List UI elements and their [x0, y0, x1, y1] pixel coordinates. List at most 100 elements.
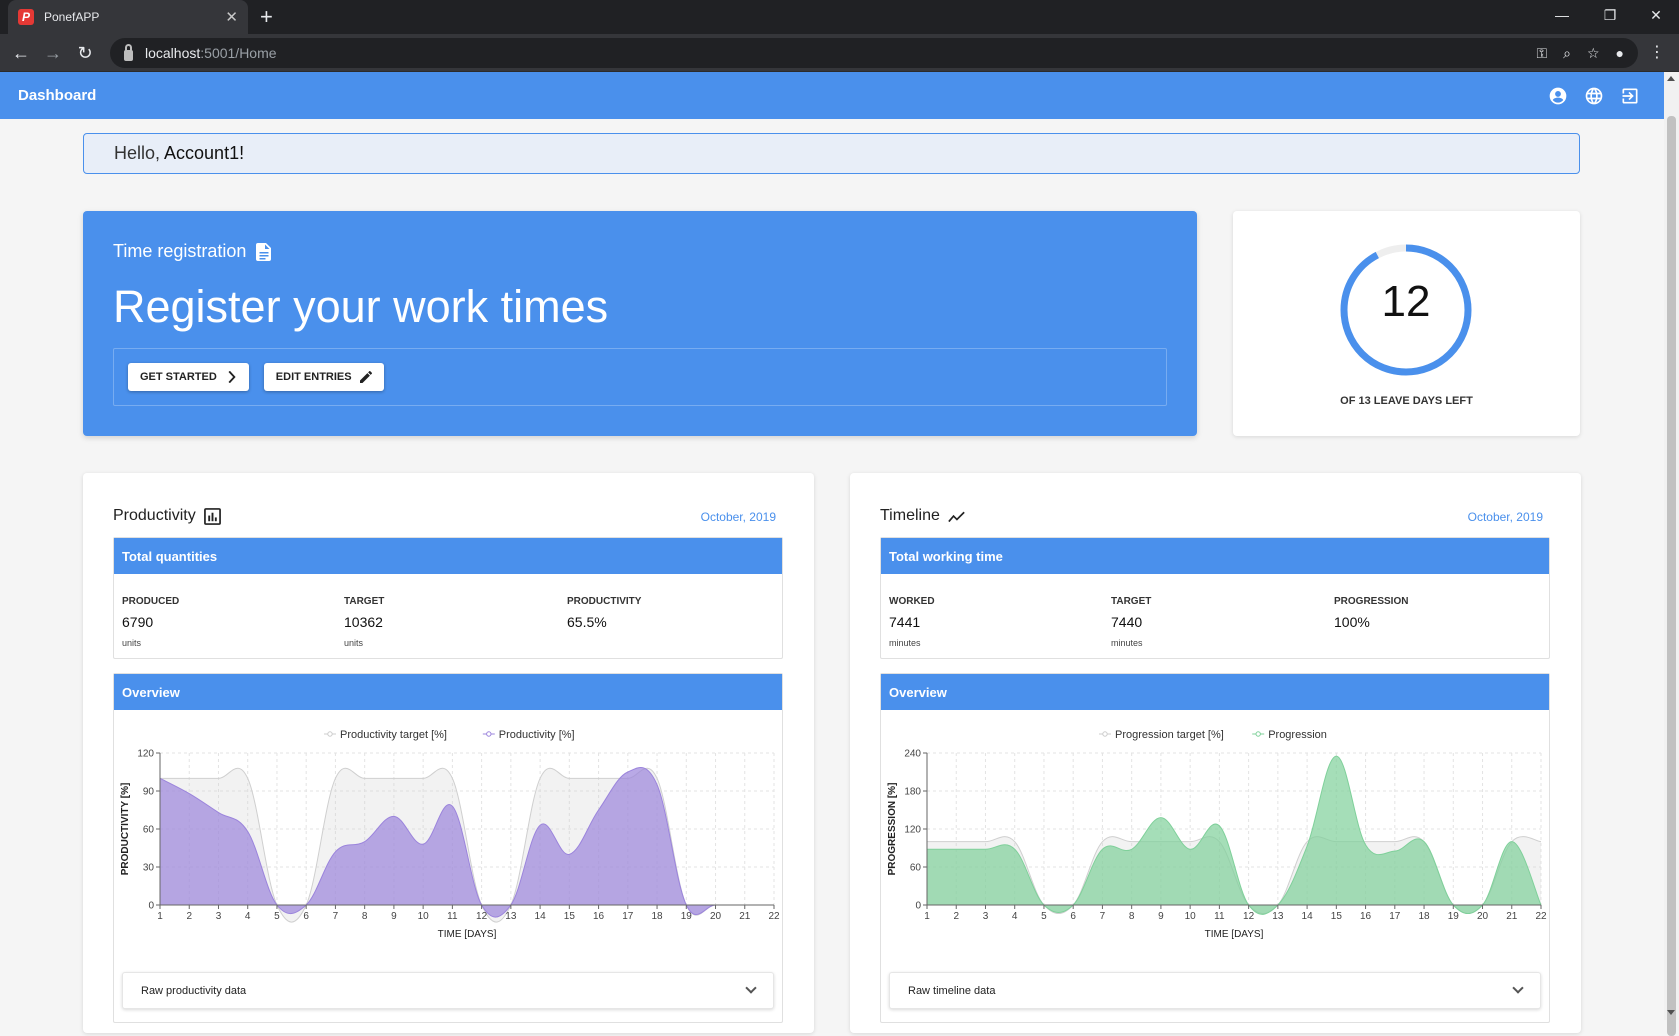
forward-icon[interactable]: → — [40, 40, 66, 66]
x-tick-label: 21 — [1506, 911, 1518, 922]
x-tick-label: 8 — [1129, 911, 1135, 922]
greeting-name: Account1! — [164, 143, 245, 163]
timeline-date[interactable]: October, 2019 — [1468, 510, 1543, 524]
stat-label: PROGRESSION — [1334, 596, 1409, 607]
x-tick-label: 11 — [447, 911, 458, 922]
window-close-icon[interactable]: ✕ — [1633, 0, 1679, 30]
page-scrollbar[interactable] — [1664, 72, 1679, 1036]
x-tick-label: 1 — [924, 911, 930, 922]
stat-label: WORKED — [889, 596, 935, 607]
hero-subtitle-text: Time registration — [113, 241, 247, 261]
hero-title: Register your work times — [113, 281, 609, 332]
raw-productivity-data-accordion[interactable]: Raw productivity data — [122, 972, 774, 1009]
pencil-icon — [359, 371, 372, 383]
progression-stat: PROGRESSION 100% — [1334, 596, 1408, 630]
worked-stat: WORKED 7441 minutes — [889, 596, 935, 648]
x-tick-label: 18 — [651, 911, 663, 922]
x-tick-label: 2 — [953, 911, 959, 922]
x-tick-label: 17 — [622, 911, 634, 922]
y-tick-label: 0 — [915, 901, 921, 912]
raw-productivity-label: Raw productivity data — [141, 984, 247, 997]
key-icon[interactable]: ⚿ — [1536, 45, 1547, 62]
stat-label: PRODUCTIVITY — [567, 596, 642, 607]
x-tick-label: 16 — [1360, 911, 1372, 922]
minimize-icon[interactable]: — — [1539, 0, 1585, 30]
stat-unit: units — [344, 638, 364, 648]
x-tick-label: 6 — [303, 911, 309, 922]
productivity-date[interactable]: October, 2019 — [701, 510, 776, 524]
zoom-icon[interactable]: ⌕ — [1563, 45, 1571, 62]
tab-close-icon[interactable]: ✕ — [225, 8, 238, 26]
total-quantities-box: Total quantities PRODUCED 6790 units TAR… — [113, 537, 783, 659]
x-tick-label: 10 — [418, 911, 430, 922]
app-title[interactable]: Dashboard — [18, 87, 96, 104]
address-bar[interactable]: localhost:5001/Home ⚿ ⌕ ☆ ● — [110, 38, 1638, 68]
hero-actions: GET STARTED EDIT ENTRIES — [113, 348, 1167, 406]
back-icon[interactable]: ← — [8, 40, 34, 66]
x-tick-label: 3 — [983, 911, 989, 922]
x-tick-label: 9 — [391, 911, 397, 922]
produced-stat: PRODUCED 6790 units — [122, 596, 179, 648]
x-tick-label: 10 — [1185, 911, 1197, 922]
y-tick-label: 120 — [904, 825, 921, 836]
x-tick-label: 20 — [710, 911, 722, 922]
productivity-title: Productivity — [113, 507, 196, 524]
profile-icon[interactable]: ● — [1616, 45, 1624, 61]
new-tab-icon[interactable]: + — [260, 5, 273, 29]
y-tick-label: 60 — [143, 825, 155, 836]
legend-label: Progression — [1268, 729, 1327, 741]
restore-icon[interactable]: ❐ — [1587, 0, 1633, 30]
browser-tabbar: P PonefAPP ✕ + — ❐ ✕ — [0, 0, 1679, 34]
x-tick-label: 18 — [1418, 911, 1430, 922]
x-tick-label: 5 — [1041, 911, 1047, 922]
browser-toolbar: ← → ↻ localhost:5001/Home ⚿ ⌕ ☆ ● ⋮ — [0, 34, 1679, 72]
x-tick-label: 22 — [1535, 911, 1547, 922]
stat-value: 6790 — [122, 614, 154, 630]
stat-unit: minutes — [1111, 638, 1143, 648]
scroll-thumb[interactable] — [1667, 116, 1676, 1036]
leave-days-left: 12 — [1381, 277, 1431, 326]
chevron-right-icon — [228, 371, 236, 383]
stat-label: TARGET — [344, 596, 385, 607]
raw-timeline-data-accordion[interactable]: Raw timeline data — [889, 972, 1541, 1009]
browser-menu-icon[interactable]: ⋮ — [1649, 42, 1665, 62]
get-started-button[interactable]: GET STARTED — [128, 363, 249, 391]
y-tick-label: 30 — [143, 863, 155, 874]
legend-marker — [1102, 731, 1108, 737]
target-stat: TARGET 10362 units — [344, 596, 384, 648]
x-tick-label: 12 — [476, 911, 488, 922]
bookmark-star-icon[interactable]: ☆ — [1587, 45, 1600, 62]
legend-marker — [486, 731, 492, 737]
legend-label: Productivity [%] — [499, 729, 575, 741]
y-tick-label: 180 — [904, 787, 921, 798]
url-path: :5001/Home — [200, 45, 277, 61]
x-tick-label: 12 — [1243, 911, 1255, 922]
reload-icon[interactable]: ↻ — [72, 40, 98, 66]
productivity-header: Productivity — [113, 507, 221, 525]
app-favicon-icon: P — [18, 9, 34, 25]
x-tick-label: 11 — [1214, 911, 1225, 922]
browser-tab[interactable]: P PonefAPP ✕ — [8, 0, 248, 34]
timeline-overview-box: Overview Progression target [%] Progressi… — [880, 673, 1550, 1023]
stat-value: 7441 — [889, 614, 921, 630]
globe-icon[interactable] — [1584, 86, 1604, 106]
stat-unit: units — [122, 638, 142, 648]
logout-icon[interactable] — [1620, 86, 1640, 106]
account-icon[interactable] — [1548, 86, 1568, 106]
total-working-time-title: Total working time — [881, 538, 1549, 574]
leave-days-label: OF 13 LEAVE DAYS LEFT — [1340, 395, 1473, 407]
legend-label: Progression target [%] — [1115, 729, 1224, 741]
x-tick-label: 2 — [186, 911, 192, 922]
scroll-down-icon[interactable] — [1667, 1010, 1675, 1015]
stat-value: 7440 — [1111, 614, 1143, 630]
x-tick-label: 19 — [1448, 911, 1460, 922]
edit-entries-button[interactable]: EDIT ENTRIES — [263, 363, 384, 391]
x-tick-label: 6 — [1070, 911, 1076, 922]
greeting-prefix: Hello, — [114, 143, 161, 163]
x-tick-label: 14 — [535, 911, 547, 922]
productivity-stat: PRODUCTIVITY 65.5% — [567, 596, 641, 630]
timeline-header: Timeline — [880, 507, 965, 525]
greeting-banner: Hello, Account1! — [83, 133, 1580, 174]
target-stat: TARGET 7440 minutes — [1111, 596, 1151, 648]
scroll-up-icon[interactable] — [1667, 76, 1675, 81]
